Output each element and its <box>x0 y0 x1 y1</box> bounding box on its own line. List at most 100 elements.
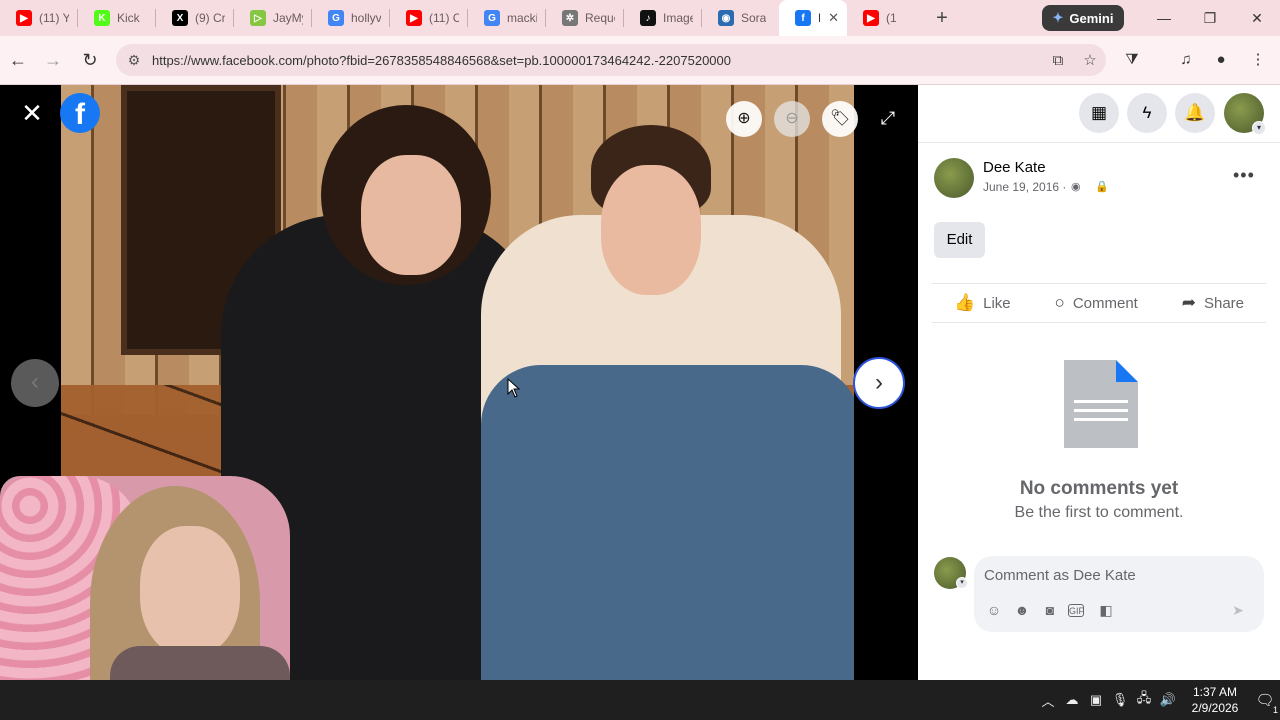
bookmark-star-icon[interactable]: ☆ <box>1074 51 1106 69</box>
clock-date: 2/9/2026 <box>1191 701 1239 715</box>
browser-tab[interactable]: ▶ (1 <box>847 0 924 36</box>
notifications-icon[interactable]: 🗨 1 <box>1250 691 1280 715</box>
youtube-icon: ▶ <box>863 10 879 26</box>
sticker-icon[interactable]: ◧ <box>1096 600 1116 620</box>
tag-icon[interactable]: 🏷 <box>822 101 858 137</box>
previous-photo-button[interactable]: ‹ <box>11 359 59 407</box>
media-control-icon[interactable]: ♫ <box>1174 48 1198 72</box>
tab-title: (9) Cr <box>195 11 225 25</box>
share-icon: ➦ <box>1181 293 1196 312</box>
browser-tab[interactable]: ▶ (11) Y <box>0 0 77 36</box>
new-tab-button[interactable]: + <box>928 7 956 30</box>
browser-tab[interactable]: X (9) Cr <box>156 0 233 36</box>
photo-face-right <box>601 165 701 295</box>
author-avatar[interactable] <box>934 158 974 198</box>
tab-title: F <box>818 11 820 25</box>
restore-icon[interactable]: ❐ <box>1198 6 1222 30</box>
taskbar: ︿ ☁ ▣ 🎙 🖧 🔊 1:37 AM 2/9/2026 🗨 1 <box>0 680 1280 720</box>
menu-grid-icon[interactable]: ▦ <box>1079 93 1119 133</box>
browser-tab[interactable]: ▶ (11) C <box>390 0 467 36</box>
comment-label: Comment <box>1072 294 1138 312</box>
install-app-icon[interactable]: ⧉ <box>1042 52 1074 69</box>
send-icon[interactable]: ➤ <box>1228 600 1248 620</box>
forward-icon[interactable]: → <box>41 48 65 72</box>
author-name[interactable]: Dee Kate <box>983 159 1046 176</box>
meet-now-icon[interactable]: ▣ <box>1084 692 1108 708</box>
thumbs-up-icon: 👍 <box>953 293 976 312</box>
youtube-icon: ▶ <box>406 10 422 26</box>
extensions-icon[interactable]: ⧩ <box>1120 48 1144 72</box>
browser-tab[interactable]: K Kick <box>78 0 155 36</box>
browser-tab[interactable]: ◉ Sora <box>702 0 779 36</box>
facebook-logo[interactable]: f <box>60 93 100 133</box>
like-button[interactable]: 👍 Like <box>954 293 1011 313</box>
zoom-in-icon[interactable]: ⊕ <box>726 101 762 137</box>
gemini-button[interactable]: ✦ Gemini <box>1042 5 1124 31</box>
omnibox[interactable]: ⚙ https://www.facebook.com/photo?fbid=26… <box>116 44 1106 76</box>
post-date-text: June 19, 2016 <box>983 180 1060 194</box>
next-photo-button[interactable]: › <box>853 357 905 409</box>
browser-tab[interactable]: Gmacki <box>468 0 545 36</box>
volume-icon[interactable]: 🔊 <box>1156 692 1180 708</box>
chevron-down-icon[interactable]: ▾ <box>1252 121 1266 135</box>
back-icon[interactable]: ← <box>6 48 30 72</box>
post-date[interactable]: June 19, 2016 · <box>983 180 1066 194</box>
browser-tab[interactable]: fF ✕ <box>779 0 847 36</box>
camera-icon[interactable]: ◙ <box>1040 600 1060 620</box>
reload-icon[interactable]: ↻ <box>78 48 102 72</box>
browser-tab[interactable]: ▷ JayMy <box>234 0 311 36</box>
x-icon: X <box>172 10 188 26</box>
profile-icon[interactable]: ● <box>1209 48 1233 72</box>
browser-tab[interactable]: ✲ Reque <box>546 0 623 36</box>
share-label: Share <box>1203 294 1245 312</box>
menu-icon[interactable]: ⋮ <box>1246 48 1270 72</box>
close-window-icon[interactable]: ✕ <box>1245 6 1269 30</box>
no-comments-document-icon <box>1064 360 1138 448</box>
tab-title: (1 <box>886 11 897 25</box>
tray-chevron-icon[interactable]: ︿ <box>1036 691 1060 710</box>
notifications-bell-icon[interactable]: 🔔 <box>1175 93 1215 133</box>
tab-title: (11) C <box>429 11 459 25</box>
fullscreen-icon[interactable]: ⤢ <box>876 106 900 130</box>
google-icon: G <box>484 10 500 26</box>
close-viewer-icon[interactable]: ✕ <box>18 99 46 127</box>
url-text[interactable]: https://www.facebook.com/photo?fbid=2678… <box>152 53 1042 68</box>
date-separator: · <box>1062 180 1067 194</box>
edit-button[interactable]: Edit <box>934 222 985 258</box>
minimize-icon[interactable]: — <box>1152 6 1176 30</box>
zoom-out-icon[interactable]: ⊖ <box>774 101 810 137</box>
more-options-icon[interactable]: ••• <box>1233 165 1255 186</box>
tab-title: Reque <box>585 11 615 25</box>
tab-title: Image <box>663 11 693 25</box>
close-tab-icon[interactable]: ✕ <box>828 10 839 26</box>
openai-icon: ✲ <box>562 10 578 26</box>
gif-icon[interactable]: GIF <box>1068 604 1084 617</box>
commenter-chevron-icon[interactable]: ▾ <box>956 577 968 589</box>
comment-input[interactable] <box>984 565 1254 585</box>
emoji-icon[interactable]: ☻ <box>1012 600 1032 620</box>
post-actions: 👍 Like ○ Comment ➦ Share <box>932 283 1266 323</box>
comment-button[interactable]: ○ Comment <box>1055 293 1138 313</box>
gemini-label: Gemini <box>1069 10 1114 26</box>
fb-top-icons: ▦ ϟ 🔔 ▾ <box>918 85 1280 143</box>
onedrive-icon[interactable]: ☁ <box>1060 692 1084 708</box>
browser-tab[interactable]: ♪ Image <box>624 0 701 36</box>
taskbar-clock[interactable]: 1:37 AM 2/9/2026 <box>1180 684 1250 716</box>
no-comments-subtitle: Be the first to comment. <box>1014 504 1184 521</box>
gemini-icon: ✦ <box>1052 10 1064 25</box>
share-button[interactable]: ➦ Share <box>1182 293 1244 313</box>
rumble-icon: ▷ <box>250 10 266 26</box>
avatar-sticker-icon[interactable]: ☺ <box>984 600 1004 620</box>
mouse-cursor-icon <box>507 378 521 398</box>
messenger-icon[interactable]: ϟ <box>1127 93 1167 133</box>
like-label: Like <box>983 294 1011 312</box>
audience-icon[interactable]: ◉ <box>1071 180 1081 193</box>
comment-icon: ○ <box>1054 293 1065 312</box>
site-info-icon[interactable]: ⚙ <box>116 52 152 69</box>
sora-icon: ◉ <box>718 10 734 26</box>
facebook-icon: f <box>795 10 811 26</box>
microphone-icon[interactable]: 🎙 <box>1108 692 1132 708</box>
network-icon[interactable]: 🖧 <box>1132 689 1156 711</box>
browser-tab[interactable]: Ghollyv <box>312 0 389 36</box>
tab-title: JayMy <box>273 11 303 25</box>
